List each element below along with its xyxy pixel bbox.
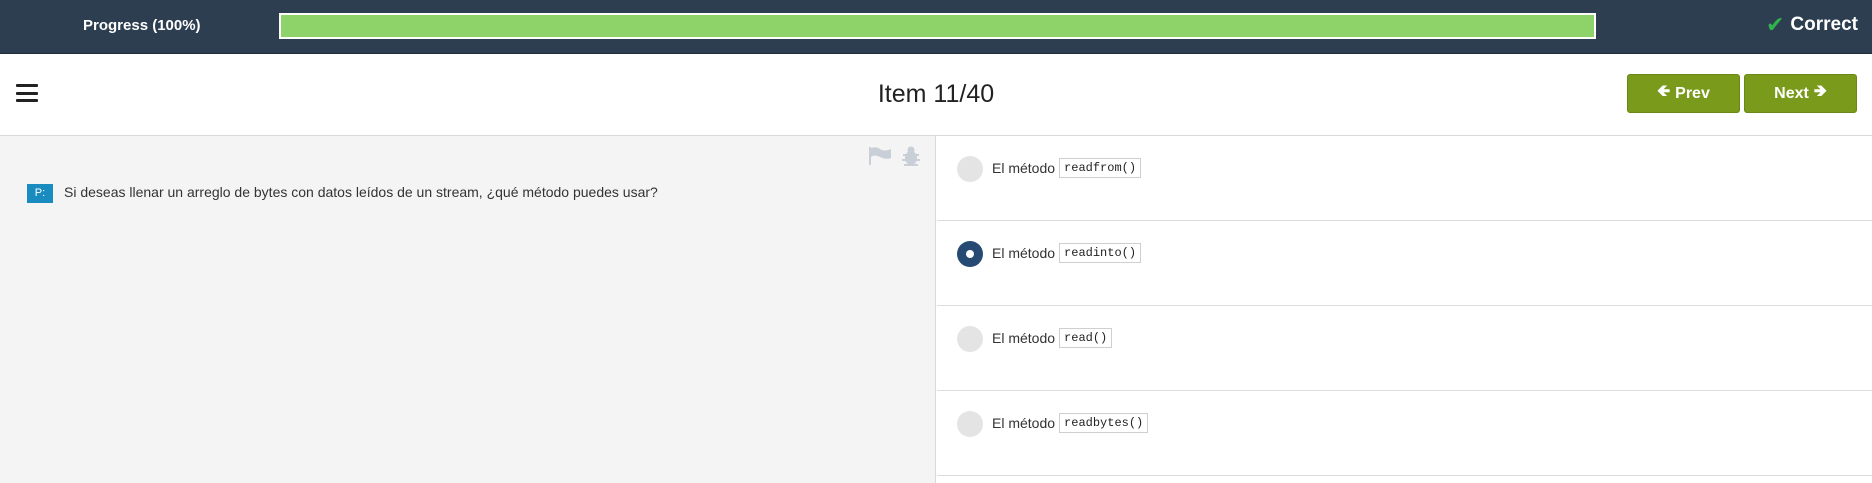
item-counter: Item 11/40 [877, 80, 995, 108]
question-pane: P: Si deseas llenar un arreglo de bytes … [0, 136, 936, 483]
option-prefix: El método [992, 245, 1056, 261]
option-label: El método readinto() [992, 243, 1142, 263]
option-prefix: El método [992, 330, 1056, 346]
progress-fill [281, 15, 1594, 37]
bug-icon[interactable] [901, 145, 921, 167]
flag-icon[interactable] [868, 146, 892, 166]
option-readfrom[interactable]: El método readfrom() [937, 136, 1872, 221]
option-label: El método readfrom() [992, 158, 1142, 178]
progress-track [279, 13, 1596, 39]
option-prefix: El método [992, 415, 1056, 431]
prev-label: Prev [1675, 84, 1710, 102]
answer-options: El método readfrom() El método readinto(… [937, 136, 1872, 483]
option-code: readinto() [1059, 243, 1142, 263]
prev-button[interactable]: 🡸 Prev [1627, 74, 1740, 113]
radio-button[interactable] [957, 326, 983, 352]
checkmark-icon: ✔ [1765, 12, 1785, 37]
arrow-left-icon: 🡸 [1657, 83, 1671, 100]
option-readbytes[interactable]: El método readbytes() [937, 391, 1872, 476]
question-text: Si deseas llenar un arreglo de bytes con… [64, 184, 658, 200]
option-code: read() [1059, 328, 1113, 348]
radio-button[interactable] [957, 411, 983, 437]
question-badge: P: [27, 184, 53, 203]
radio-button-selected[interactable] [957, 241, 983, 267]
option-label: El método read() [992, 328, 1113, 348]
option-read[interactable]: El método read() [937, 306, 1872, 391]
item-header: Item 11/40 🡸 Prev Next 🡺 [0, 54, 1872, 136]
option-prefix: El método [992, 160, 1056, 176]
status-text: Correct [1790, 14, 1858, 35]
radio-button[interactable] [957, 156, 983, 182]
arrow-right-icon: 🡺 [1813, 83, 1827, 100]
option-readinto[interactable]: El método readinto() [937, 221, 1872, 306]
progress-label: Progress (100%) [83, 17, 201, 34]
next-label: Next [1774, 84, 1809, 102]
option-code: readfrom() [1059, 158, 1142, 178]
option-code: readbytes() [1059, 413, 1149, 433]
option-label: El método readbytes() [992, 413, 1149, 433]
status-badge: ✔ Correct [1766, 14, 1858, 36]
progress-bar-header: Progress (100%) ✔ Correct [0, 0, 1872, 54]
next-button[interactable]: Next 🡺 [1744, 74, 1857, 113]
